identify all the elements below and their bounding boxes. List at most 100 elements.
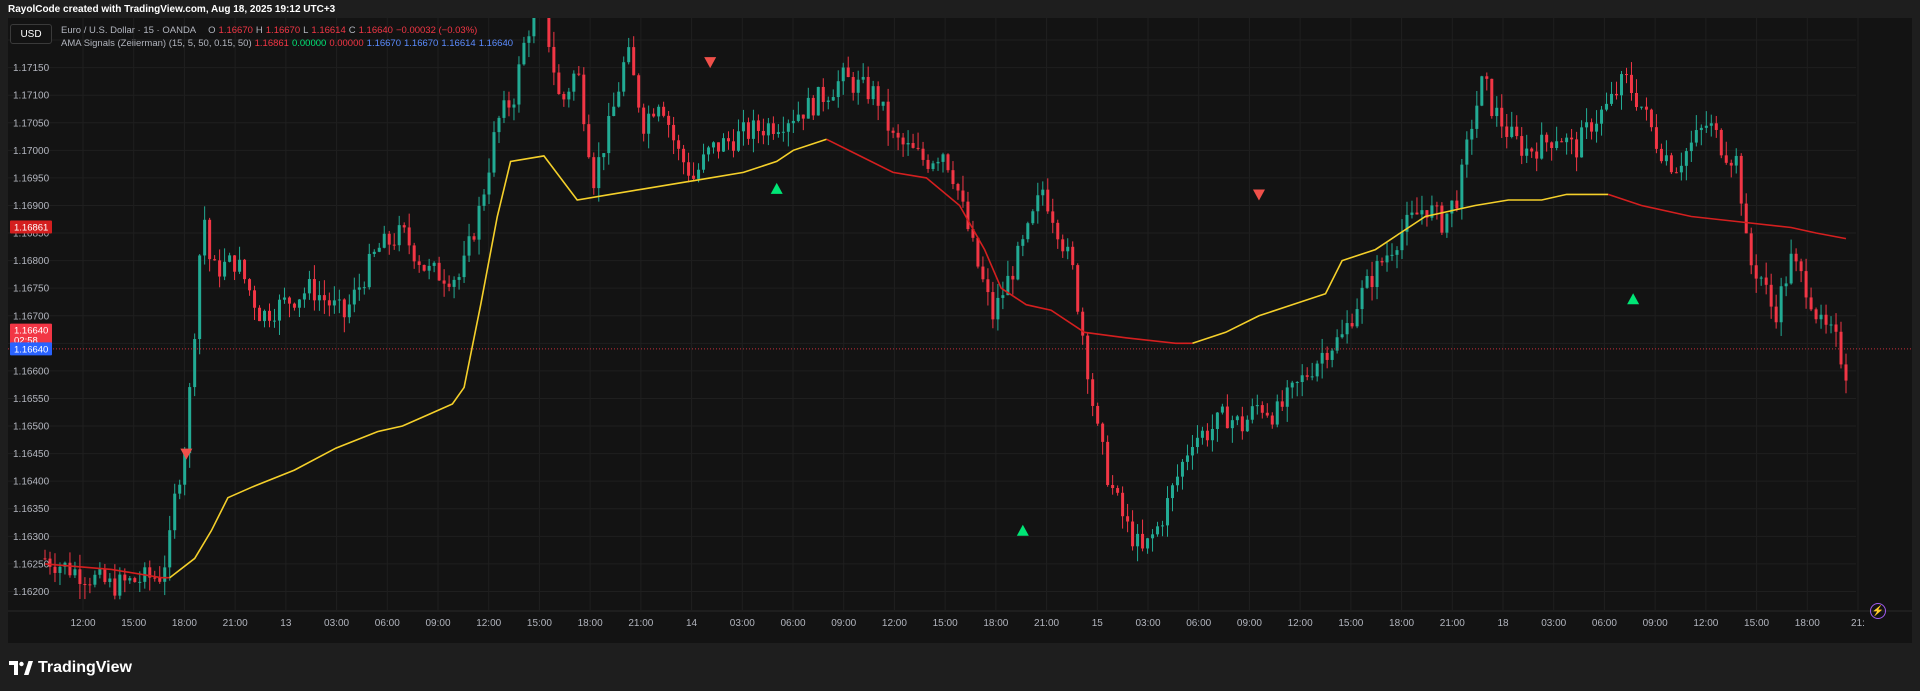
x-tick-label: 06:00 bbox=[1186, 618, 1211, 629]
candle-body bbox=[1515, 126, 1519, 137]
candle-body bbox=[1285, 387, 1289, 407]
candle-body bbox=[1595, 123, 1599, 132]
candle-body bbox=[233, 255, 237, 272]
candle-body bbox=[1190, 447, 1194, 456]
x-tick-label: 03:00 bbox=[730, 618, 755, 629]
candle-body bbox=[168, 530, 172, 568]
candle-body bbox=[1156, 526, 1160, 535]
candle-body bbox=[821, 86, 825, 102]
candle-body bbox=[587, 124, 591, 158]
candle-body bbox=[662, 106, 666, 116]
chart-panel[interactable]: 1.16200 1.16250 1.16300 1.16350 1.16400 1.164… bbox=[8, 18, 1912, 643]
tradingview-logo[interactable]: TradingView bbox=[9, 659, 132, 677]
candle-body bbox=[1834, 324, 1838, 332]
candle-body bbox=[831, 97, 835, 101]
lightning-bolt-icon[interactable]: ⚡ bbox=[1870, 603, 1886, 619]
x-tick-label: 15:00 bbox=[121, 618, 146, 629]
candle-body bbox=[806, 97, 810, 119]
candle-body bbox=[422, 264, 426, 271]
candle-body bbox=[1714, 123, 1718, 130]
candle-body bbox=[1495, 107, 1499, 117]
candle-body bbox=[1031, 211, 1035, 224]
candle-body bbox=[332, 300, 336, 306]
candle-body bbox=[307, 279, 311, 294]
candle-body bbox=[397, 225, 401, 246]
candle-body bbox=[567, 91, 571, 100]
candle-body bbox=[317, 295, 321, 301]
indicator-value-5: 1.16670 bbox=[404, 38, 439, 49]
x-tick-label: 12:00 bbox=[1288, 618, 1313, 629]
candle-body bbox=[337, 299, 341, 301]
candle-body bbox=[68, 562, 72, 576]
candle-body bbox=[487, 172, 491, 195]
x-tick-label: 21: bbox=[1851, 618, 1865, 629]
candle-body bbox=[1021, 239, 1025, 246]
candle-body bbox=[826, 100, 830, 102]
candle-body bbox=[622, 62, 626, 92]
x-tick-label: 03:00 bbox=[1135, 618, 1160, 629]
x-tick-label: 09:00 bbox=[1237, 618, 1262, 629]
x-tick-label: 12:00 bbox=[70, 618, 95, 629]
candle-body bbox=[1330, 350, 1334, 360]
candle-body bbox=[467, 236, 471, 256]
candle-body bbox=[248, 279, 252, 291]
candle-body bbox=[302, 293, 306, 300]
candle-body bbox=[447, 283, 451, 287]
sell-signal-triangle bbox=[1252, 189, 1265, 201]
candle-body bbox=[682, 148, 686, 163]
candle-body bbox=[786, 123, 790, 132]
candle-body bbox=[512, 104, 516, 108]
candle-body bbox=[1545, 134, 1549, 143]
price-chart[interactable]: 1.16200 1.16250 1.16300 1.16350 1.16400 1.164… bbox=[8, 18, 1912, 643]
candle-body bbox=[198, 255, 202, 340]
candle-body bbox=[1255, 405, 1259, 407]
candle-body bbox=[1624, 74, 1628, 76]
candle-body bbox=[866, 76, 870, 100]
candle-body bbox=[652, 113, 656, 117]
candle-body bbox=[1814, 309, 1818, 320]
indicator-value-2: 0.00000 bbox=[291, 38, 327, 49]
candle-body bbox=[1764, 277, 1768, 285]
candle-body bbox=[1365, 276, 1369, 288]
candle-body bbox=[1774, 306, 1778, 323]
candle-body bbox=[223, 261, 227, 277]
candle-body bbox=[687, 162, 691, 176]
candle-body bbox=[387, 233, 391, 245]
y-tick-label: 1.16350 bbox=[13, 504, 50, 515]
candle-body bbox=[1136, 533, 1140, 547]
candle-body bbox=[886, 101, 890, 131]
candle-body bbox=[801, 114, 805, 119]
candle-body bbox=[1674, 172, 1678, 174]
ama-line-down bbox=[826, 138, 1193, 345]
candle-body bbox=[1784, 283, 1788, 287]
indicator-name[interactable]: AMA Signals (Zeiierman) (15, 5, 50, 0.15… bbox=[61, 37, 252, 50]
candle-body bbox=[1355, 309, 1359, 327]
x-tick-label: 18:00 bbox=[172, 618, 197, 629]
candle-body bbox=[1475, 105, 1479, 129]
candle-body bbox=[272, 320, 276, 322]
candle-body bbox=[372, 251, 376, 254]
candle-body bbox=[766, 123, 770, 136]
candle-body bbox=[407, 227, 411, 246]
candle-body bbox=[1260, 405, 1264, 413]
candle-body bbox=[1240, 416, 1244, 432]
candle-body bbox=[517, 64, 521, 105]
candle-body bbox=[1175, 476, 1179, 486]
candle-body bbox=[991, 292, 995, 320]
candle-body bbox=[477, 205, 481, 240]
candle-body bbox=[163, 567, 167, 582]
candle-body bbox=[1121, 492, 1125, 517]
candle-body bbox=[1036, 195, 1040, 212]
buy-signal-triangle bbox=[770, 182, 783, 194]
candle-body bbox=[243, 259, 247, 280]
candle-body bbox=[1230, 420, 1234, 429]
candle-body bbox=[532, 18, 536, 37]
candle-body bbox=[1460, 164, 1464, 209]
currency-button[interactable]: USD bbox=[10, 24, 52, 44]
candle-body bbox=[717, 142, 721, 152]
candle-body bbox=[1744, 203, 1748, 234]
tradingview-wordmark: TradingView bbox=[38, 659, 132, 676]
candle-body bbox=[1151, 534, 1155, 539]
candle-body bbox=[736, 131, 740, 151]
symbol-name[interactable]: Euro / U.S. Dollar · 15 · OANDA bbox=[61, 24, 196, 37]
